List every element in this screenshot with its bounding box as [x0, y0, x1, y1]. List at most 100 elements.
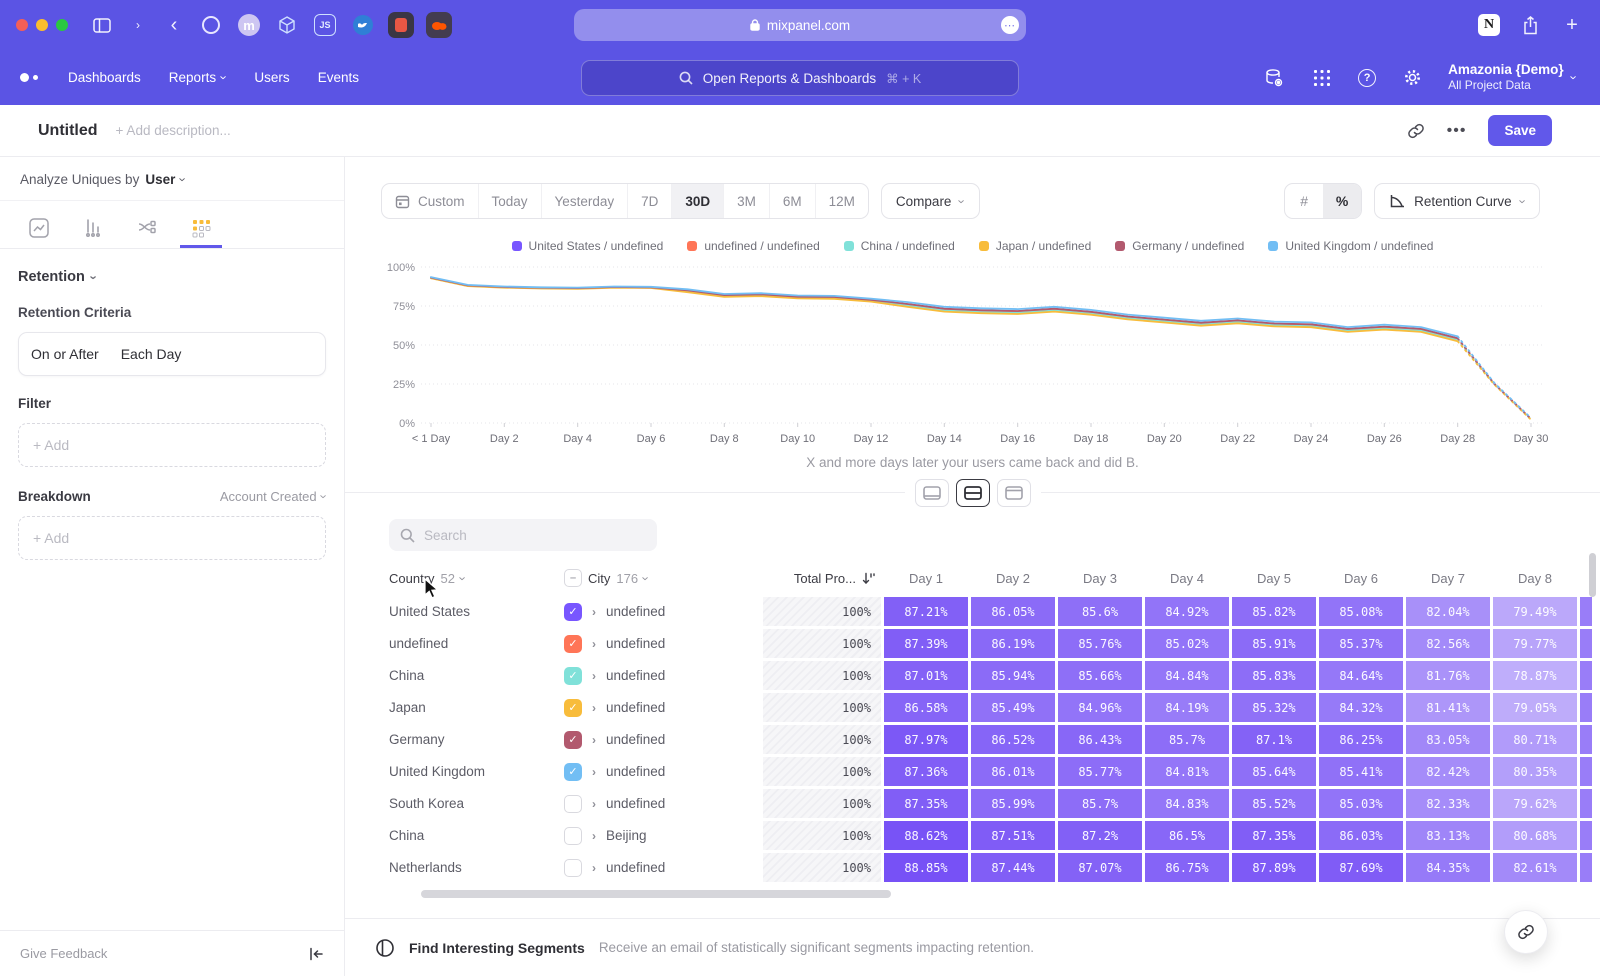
retention-value-cell[interactable]: 87.21%	[884, 597, 968, 626]
extension-icon-ring[interactable]	[198, 12, 224, 38]
expand-chevron-icon[interactable]: ›	[592, 829, 596, 843]
nav-item-events[interactable]: Events	[318, 70, 359, 85]
retention-value-cell[interactable]: 86.03%	[1319, 821, 1403, 850]
retention-value-cell[interactable]: 85.99%	[971, 789, 1055, 818]
row-checkbox[interactable]: ✓	[564, 763, 582, 781]
table-row-country[interactable]: United States	[389, 597, 561, 626]
row-checkbox[interactable]: ✓	[564, 667, 582, 685]
retention-value-cell[interactable]: 82.04%	[1406, 597, 1490, 626]
save-button[interactable]: Save	[1488, 115, 1552, 146]
address-bar[interactable]: mixpanel.com ⋯	[574, 9, 1026, 41]
share-icon[interactable]	[1518, 13, 1542, 37]
retention-value-cell[interactable]: 80.35%	[1493, 757, 1577, 786]
expand-chevron-icon[interactable]: ›	[592, 733, 596, 747]
legend-item[interactable]: China / undefined	[844, 239, 955, 253]
table-row-country[interactable]: United Kingdom	[389, 757, 561, 786]
retention-value-cell[interactable]: 85.49%	[971, 693, 1055, 722]
retention-value-cell[interactable]: 85.37%	[1319, 629, 1403, 658]
row-checkbox[interactable]: ✓	[564, 731, 582, 749]
range-7d[interactable]: 7D	[627, 184, 671, 218]
retention-value-cell[interactable]: 87.1%	[1232, 725, 1316, 754]
retention-value-cell[interactable]: 86.5%	[1145, 821, 1229, 850]
retention-value-cell[interactable]: 87.89%	[1232, 853, 1316, 882]
retention-value-cell[interactable]: 81.76%	[1406, 661, 1490, 690]
percent-values-toggle[interactable]: %	[1323, 184, 1361, 218]
retention-value-cell[interactable]: 86.43%	[1058, 725, 1142, 754]
more-options-icon[interactable]: •••	[1447, 122, 1467, 140]
retention-value-cell[interactable]: 85.77%	[1058, 757, 1142, 786]
retention-chart[interactable]: 100%75%50%25%0%< 1 DayDay 2Day 4Day 6Day…	[381, 255, 1580, 447]
day-column-header[interactable]: Day 5	[1232, 571, 1316, 586]
chart-type-dropdown[interactable]: Retention Curve ›	[1374, 183, 1540, 219]
extension-icon-red[interactable]	[388, 12, 414, 38]
expand-chevron-icon[interactable]: ›	[592, 701, 596, 715]
chevron-down-icon[interactable]: ›	[126, 13, 150, 37]
retention-value-cell[interactable]: 86.75%	[1145, 853, 1229, 882]
give-feedback-link[interactable]: Give Feedback	[20, 946, 107, 961]
back-button[interactable]: ‹	[162, 13, 186, 37]
criteria-each-day[interactable]: Each Day	[121, 346, 182, 362]
layout-table-only-button[interactable]	[997, 479, 1031, 507]
layout-split-button[interactable]	[956, 479, 990, 507]
retention-value-cell[interactable]: 83.13%	[1406, 821, 1490, 850]
close-window-button[interactable]	[16, 19, 28, 31]
retention-value-cell[interactable]: 86.52%	[971, 725, 1055, 754]
retention-value-cell[interactable]: 84.35%	[1406, 853, 1490, 882]
analyze-value-dropdown[interactable]: User	[145, 172, 175, 187]
retention-value-cell[interactable]: 85.83%	[1232, 661, 1316, 690]
extension-icon-avatar[interactable]: m	[236, 12, 262, 38]
compare-button[interactable]: Compare ›	[881, 183, 980, 219]
retention-value-cell[interactable]: 86.25%	[1319, 725, 1403, 754]
add-breakdown-button[interactable]: + Add	[18, 516, 326, 560]
row-checkbox[interactable]: ✓	[564, 635, 582, 653]
browser-sidebar-icon[interactable]	[90, 13, 114, 37]
range-yesterday[interactable]: Yesterday	[541, 184, 628, 218]
retention-value-cell[interactable]: 79.49%	[1493, 597, 1577, 626]
retention-value-cell[interactable]: 82.61%	[1493, 853, 1577, 882]
retention-value-cell[interactable]: 87.44%	[971, 853, 1055, 882]
retention-value-cell[interactable]: 81.41%	[1406, 693, 1490, 722]
city-column-header[interactable]: – City 176 ›	[564, 569, 760, 587]
layout-chart-only-button[interactable]	[915, 479, 949, 507]
day-column-header[interactable]: Day 6	[1319, 571, 1403, 586]
day-column-header[interactable]: Day 4	[1145, 571, 1229, 586]
retention-value-cell[interactable]: 87.97%	[884, 725, 968, 754]
retention-value-cell[interactable]: 84.81%	[1145, 757, 1229, 786]
day-column-header[interactable]: Day 3	[1058, 571, 1142, 586]
tab-insights[interactable]	[18, 211, 60, 248]
retention-section-header[interactable]: Retention ›	[18, 269, 326, 285]
report-title[interactable]: Untitled	[38, 122, 98, 140]
expand-chevron-icon[interactable]: ›	[592, 765, 596, 779]
apps-grid-icon[interactable]	[1310, 66, 1334, 90]
help-icon[interactable]: ?	[1358, 69, 1376, 87]
collapse-sidebar-icon[interactable]	[309, 947, 324, 961]
retention-value-cell[interactable]: 85.03%	[1319, 789, 1403, 818]
row-checkbox[interactable]	[564, 827, 582, 845]
retention-value-cell[interactable]: 85.64%	[1232, 757, 1316, 786]
zoom-window-button[interactable]	[56, 19, 68, 31]
day-column-header[interactable]: Day 8	[1493, 571, 1577, 586]
range-today[interactable]: Today	[478, 184, 541, 218]
range-6m[interactable]: 6M	[769, 184, 815, 218]
table-row-country[interactable]: China	[389, 661, 561, 690]
retention-value-cell[interactable]: 87.35%	[884, 789, 968, 818]
criteria-on-or-after[interactable]: On or After	[31, 346, 99, 362]
retention-value-cell[interactable]: 86.19%	[971, 629, 1055, 658]
retention-value-cell[interactable]: 85.7%	[1145, 725, 1229, 754]
retention-value-cell[interactable]: 87.39%	[884, 629, 968, 658]
retention-value-cell[interactable]: 85.76%	[1058, 629, 1142, 658]
retention-value-cell[interactable]: 87.35%	[1232, 821, 1316, 850]
legend-item[interactable]: Germany / undefined	[1115, 239, 1244, 253]
retention-value-cell[interactable]: 84.64%	[1319, 661, 1403, 690]
floating-share-link-button[interactable]	[1504, 910, 1548, 954]
global-search[interactable]: Open Reports & Dashboards ⌘ + K	[581, 60, 1019, 96]
absolute-values-toggle[interactable]: #	[1285, 184, 1323, 218]
expand-chevron-icon[interactable]: ›	[592, 669, 596, 683]
day-column-header[interactable]: Day 7	[1406, 571, 1490, 586]
retention-value-cell[interactable]: 84.84%	[1145, 661, 1229, 690]
minimize-window-button[interactable]	[36, 19, 48, 31]
project-switcher[interactable]: Amazonia {Demo} All Project Data ›	[1448, 62, 1576, 94]
retention-value-cell[interactable]: 85.02%	[1145, 629, 1229, 658]
retention-value-cell[interactable]: 88.62%	[884, 821, 968, 850]
country-column-header[interactable]: Country 52 ›	[389, 571, 561, 586]
